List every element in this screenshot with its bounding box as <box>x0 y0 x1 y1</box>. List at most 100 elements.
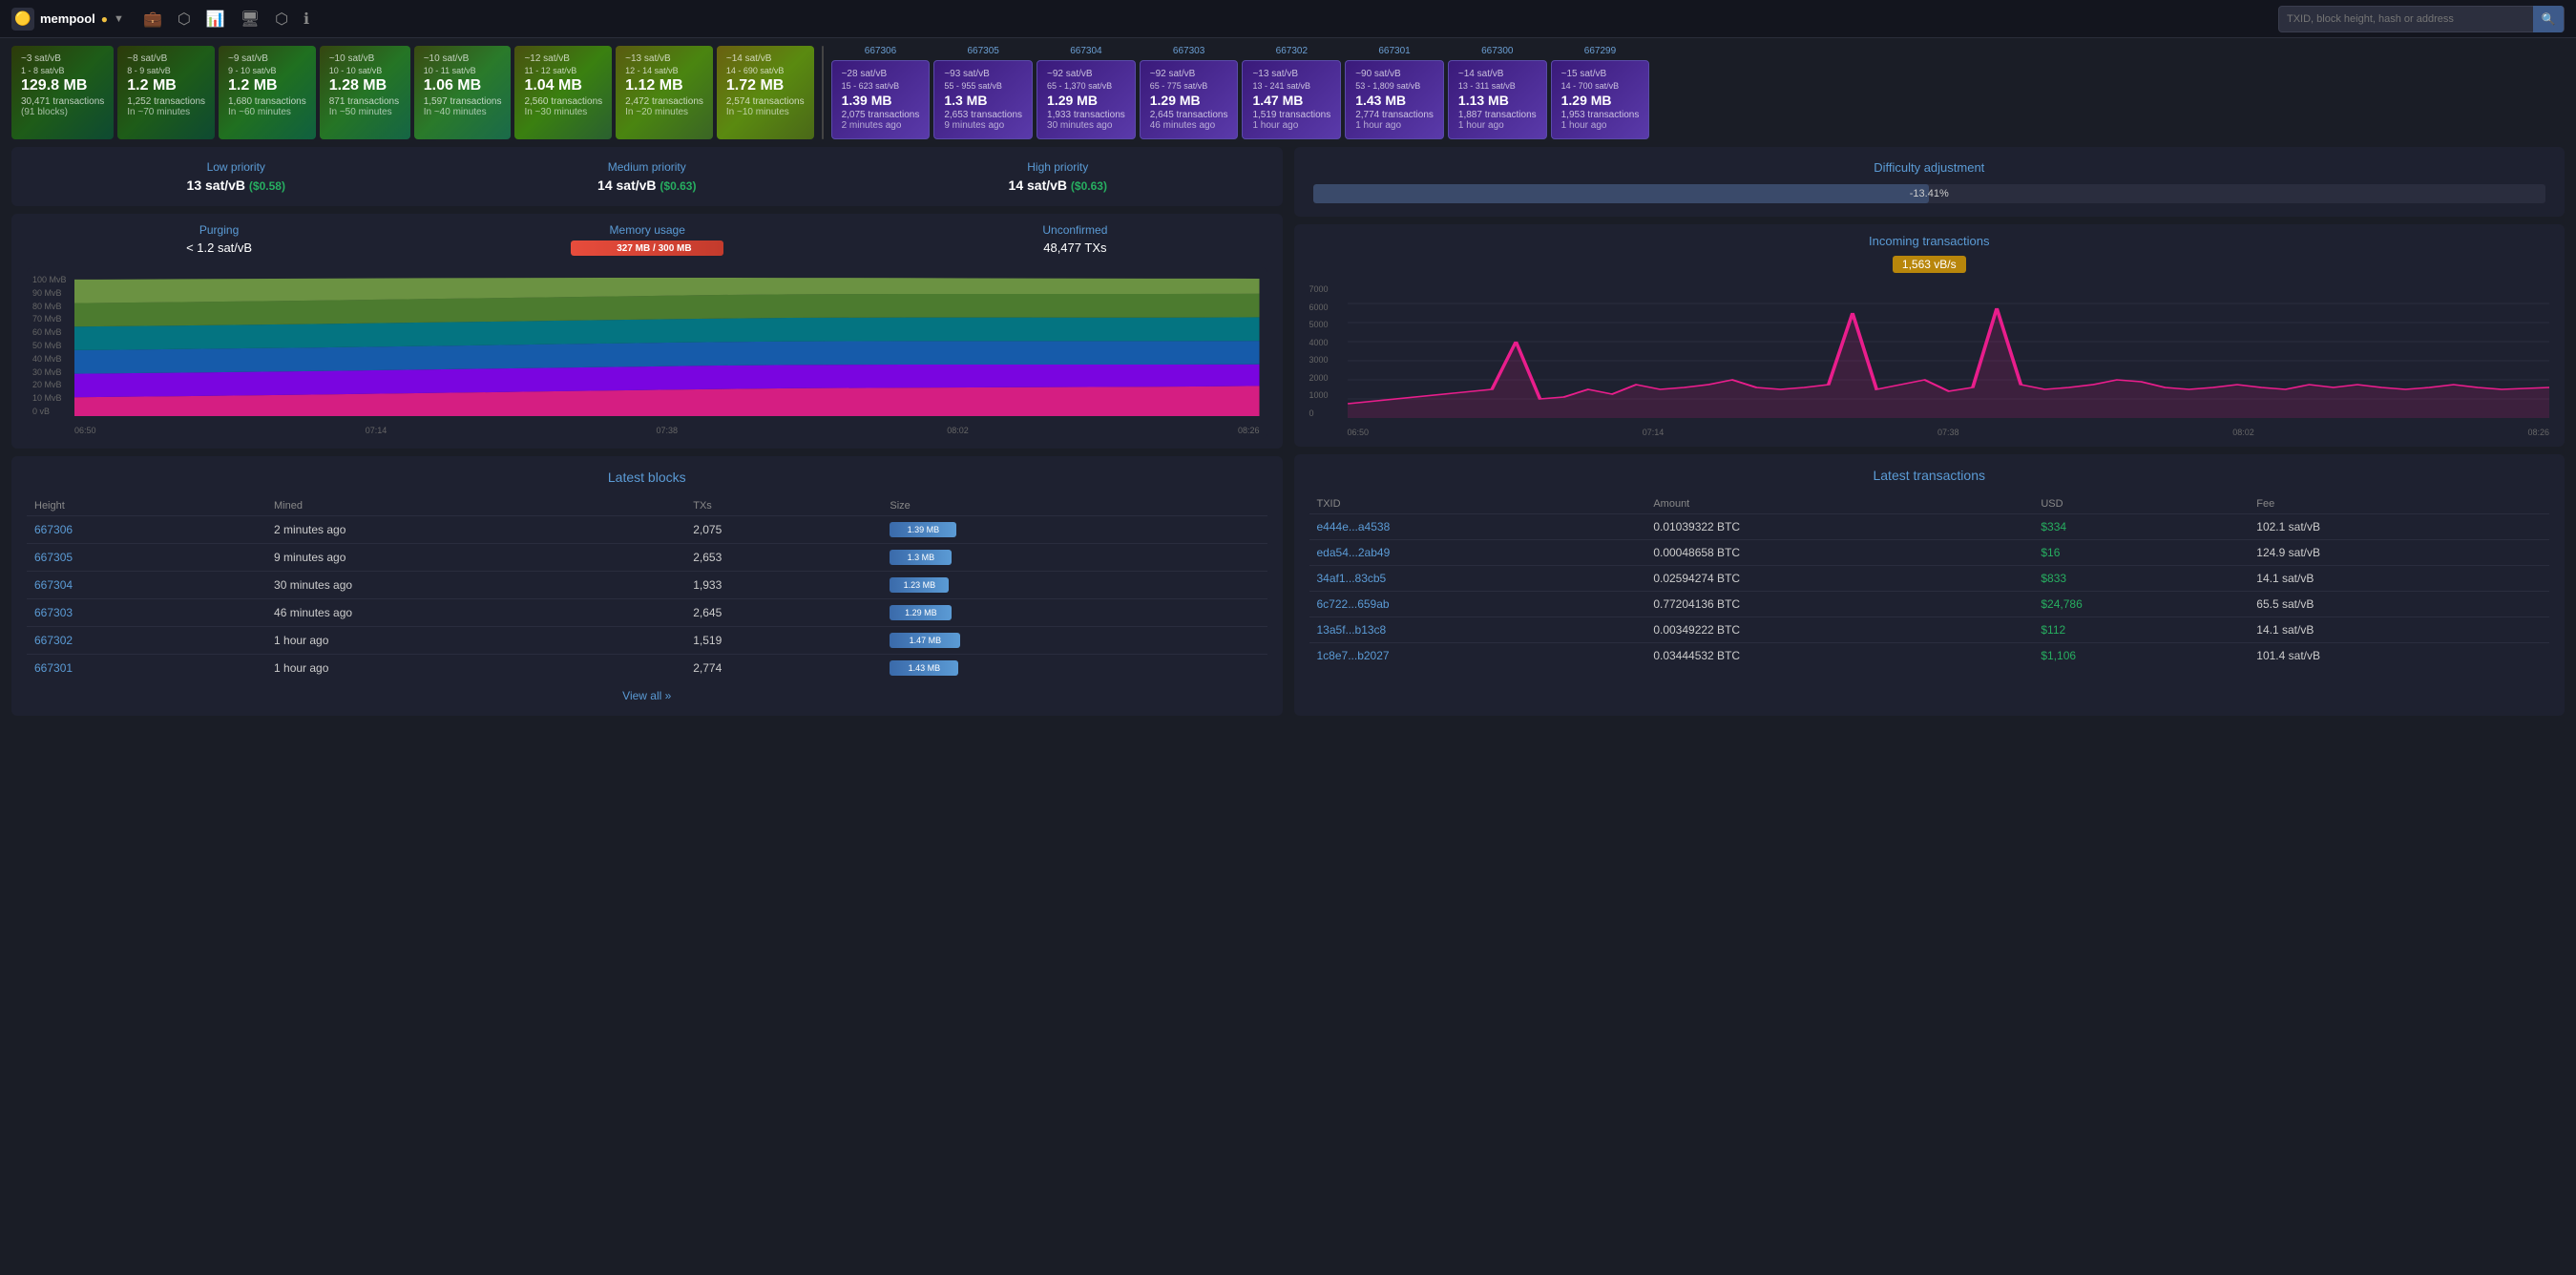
tx-usd-cell: $24,786 <box>2033 592 2249 617</box>
tx-fee-cell: 14.1 sat/vB <box>2249 617 2549 643</box>
block-height-cell: 667303 <box>27 599 266 627</box>
tx-fee-cell: 14.1 sat/vB <box>2249 566 2549 592</box>
block-txs-cell: 2,645 <box>685 599 882 627</box>
tx-fee-cell: 65.5 sat/vB <box>2249 592 2549 617</box>
incoming-svg <box>1348 284 2550 418</box>
mempool-block-4[interactable]: ~10 sat/vB 10 - 11 sat/vB 1.06 MB 1,597 … <box>414 46 512 139</box>
navbar: 🟡 mempool ● ▼ 💼 ⬡ 📊 🖥 ⬡ ℹ 🔍 <box>0 0 2576 38</box>
confirmed-block-667301-num[interactable]: 667301 <box>1345 46 1444 56</box>
block-height-link[interactable]: 667303 <box>34 606 73 619</box>
tx-amount-cell: 0.01039322 BTC <box>1645 514 2033 540</box>
tx-id-link[interactable]: 1c8e7...b2027 <box>1317 649 1390 662</box>
confirmed-block-667306-num[interactable]: 667306 <box>831 46 931 56</box>
confirmed-block-667303-num[interactable]: 667303 <box>1140 46 1239 56</box>
mem-bar-wrapper: 327 MB / 300 MB <box>571 240 723 256</box>
mempool-block-3[interactable]: ~10 sat/vB 10 - 10 sat/vB 1.28 MB 871 tr… <box>320 46 410 139</box>
block-height-link[interactable]: 667306 <box>34 523 73 536</box>
mem-unconfirmed-value: 48,477 TXs <box>1042 240 1107 255</box>
nav-icon-network[interactable]: ⬡ <box>275 10 288 29</box>
table-row: 667306 2 minutes ago 2,075 1.39 MB <box>27 516 1267 544</box>
block-size-cell: 1.23 MB <box>882 572 1267 599</box>
mempool-block-0[interactable]: ~3 sat/vB 1 - 8 sat/vB 129.8 MB 30,471 t… <box>11 46 114 139</box>
nav-icons: 💼 ⬡ 📊 🖥 ⬡ ℹ <box>143 10 309 29</box>
latest-blocks-widget: Latest blocks Height Mined TXs Size 6673… <box>11 456 1283 716</box>
tx-id-cell: 1c8e7...b2027 <box>1309 643 1646 669</box>
tx-id-link[interactable]: eda54...2ab49 <box>1317 546 1391 559</box>
fee-high-value: 14 sat/vB ($0.63) <box>1009 178 1107 193</box>
tx-amount-cell: 0.03444532 BTC <box>1645 643 2033 669</box>
confirmed-block-667306[interactable]: ~28 sat/vB 15 - 623 sat/vB 1.39 MB 2,075… <box>831 60 931 139</box>
col-usd: USD <box>2033 494 2249 514</box>
table-row: 13a5f...b13c8 0.00349222 BTC $112 14.1 s… <box>1309 617 2550 643</box>
latest-blocks-title: Latest blocks <box>27 470 1267 485</box>
col-size: Size <box>882 496 1267 516</box>
block-txs-cell: 1,933 <box>685 572 882 599</box>
tx-id-cell: 6c722...659ab <box>1309 592 1646 617</box>
block-height-link[interactable]: 667302 <box>34 634 73 647</box>
brand-badge: ● <box>101 12 108 26</box>
block-height-link[interactable]: 667304 <box>34 578 73 592</box>
latest-blocks-table: Height Mined TXs Size 667306 2 minutes a… <box>27 496 1267 681</box>
tx-id-link[interactable]: 13a5f...b13c8 <box>1317 623 1387 637</box>
table-row: 667304 30 minutes ago 1,933 1.23 MB <box>27 572 1267 599</box>
chart-xaxis: 06:50 07:14 07:38 08:02 08:26 <box>74 426 1260 435</box>
nav-icon-nodes[interactable]: ⬡ <box>178 10 191 29</box>
right-panel: Difficulty adjustment -13.41% Incoming t… <box>1294 147 2566 716</box>
fee-low-usd: ($0.58) <box>249 179 285 193</box>
size-bar: 1.43 MB <box>890 660 958 676</box>
mempool-block-7[interactable]: ~14 sat/vB 14 - 690 sat/vB 1.72 MB 2,574… <box>717 46 814 139</box>
block-txs-cell: 2,075 <box>685 516 882 544</box>
table-row: 6c722...659ab 0.77204136 BTC $24,786 65.… <box>1309 592 2550 617</box>
confirmed-block-667304[interactable]: ~92 sat/vB 65 - 1,370 sat/vB 1.29 MB 1,9… <box>1037 60 1136 139</box>
mempool-block-2[interactable]: ~9 sat/vB 9 - 10 sat/vB 1.2 MB 1,680 tra… <box>219 46 316 139</box>
tx-usd-cell: $1,106 <box>2033 643 2249 669</box>
mempool-blocks: ~3 sat/vB 1 - 8 sat/vB 129.8 MB 30,471 t… <box>11 46 814 139</box>
nav-icon-chart[interactable]: 📊 <box>206 10 225 29</box>
confirmed-block-667299-num[interactable]: 667299 <box>1551 46 1650 56</box>
confirmed-block-667305-num[interactable]: 667305 <box>933 46 1033 56</box>
tx-usd-cell: $334 <box>2033 514 2249 540</box>
confirmed-block-667301[interactable]: ~90 sat/vB 53 - 1,809 sat/vB 1.43 MB 2,7… <box>1345 60 1444 139</box>
block-size-cell: 1.47 MB <box>882 627 1267 655</box>
block-txs: 30,471 transactions <box>21 96 104 107</box>
confirmed-block-667302[interactable]: ~13 sat/vB 13 - 241 sat/vB 1.47 MB 1,519… <box>1242 60 1341 139</box>
block-size-cell: 1.29 MB <box>882 599 1267 627</box>
confirmed-block-667305[interactable]: ~93 sat/vB 55 - 955 sat/vB 1.3 MB 2,653 … <box>933 60 1033 139</box>
search-input[interactable] <box>2279 13 2533 25</box>
nav-icon-wallet[interactable]: 💼 <box>143 10 162 29</box>
difficulty-bar-container: -13.41% <box>1313 184 2546 203</box>
block-divider <box>822 46 824 139</box>
incoming-xaxis: 06:50 07:14 07:38 08:02 08:26 <box>1348 428 2550 437</box>
latest-txs-title: Latest transactions <box>1309 468 2550 483</box>
mempool-block-5[interactable]: ~12 sat/vB 11 - 12 sat/vB 1.04 MB 2,560 … <box>514 46 612 139</box>
block-mined-cell: 1 hour ago <box>266 627 685 655</box>
confirmed-block-667300[interactable]: ~14 sat/vB 13 - 311 sat/vB 1.13 MB 1,887… <box>1448 60 1547 139</box>
block-mined-cell: 2 minutes ago <box>266 516 685 544</box>
block-height-link[interactable]: 667301 <box>34 661 73 675</box>
mempool-block-1[interactable]: ~8 sat/vB 8 - 9 sat/vB 1.2 MB 1,252 tran… <box>117 46 215 139</box>
incoming-yaxis: 7000 6000 5000 4000 3000 2000 1000 0 <box>1309 284 1344 418</box>
tx-fee-cell: 101.4 sat/vB <box>2249 643 2549 669</box>
tx-id-link[interactable]: 34af1...83cb5 <box>1317 572 1387 585</box>
block-height-cell: 667304 <box>27 572 266 599</box>
mempool-block-6[interactable]: ~13 sat/vB 12 - 14 sat/vB 1.12 MB 2,472 … <box>616 46 713 139</box>
search-button[interactable]: 🔍 <box>2533 6 2564 32</box>
confirmed-block-667302-num[interactable]: 667302 <box>1242 46 1341 56</box>
mempool-chart-svg <box>74 275 1260 416</box>
confirmed-block-667299[interactable]: ~15 sat/vB 14 - 700 sat/vB 1.29 MB 1,953… <box>1551 60 1650 139</box>
nav-icon-monitor[interactable]: 🖥 <box>241 10 260 29</box>
mempool-chart: 100 MvB 90 MvB 80 MvB 70 MvB 60 MvB 50 M… <box>27 267 1267 439</box>
tx-id-link[interactable]: 6c722...659ab <box>1317 597 1390 611</box>
brand-dropdown[interactable]: ▼ <box>114 13 124 25</box>
main-content: Low priority 13 sat/vB ($0.58) Medium pr… <box>0 147 2576 727</box>
col-txs: TXs <box>685 496 882 516</box>
nav-icon-info[interactable]: ℹ <box>304 10 309 29</box>
block-height-link[interactable]: 667305 <box>34 551 73 564</box>
tx-usd-cell: $833 <box>2033 566 2249 592</box>
confirmed-block-667304-num[interactable]: 667304 <box>1037 46 1136 56</box>
confirmed-block-667303[interactable]: ~92 sat/vB 65 - 775 sat/vB 1.29 MB 2,645… <box>1140 60 1239 139</box>
fee-high-label: High priority <box>1009 160 1107 174</box>
tx-id-link[interactable]: e444e...a4538 <box>1317 520 1391 533</box>
confirmed-block-667300-num[interactable]: 667300 <box>1448 46 1547 56</box>
view-all-blocks-link[interactable]: View all » <box>622 689 671 702</box>
